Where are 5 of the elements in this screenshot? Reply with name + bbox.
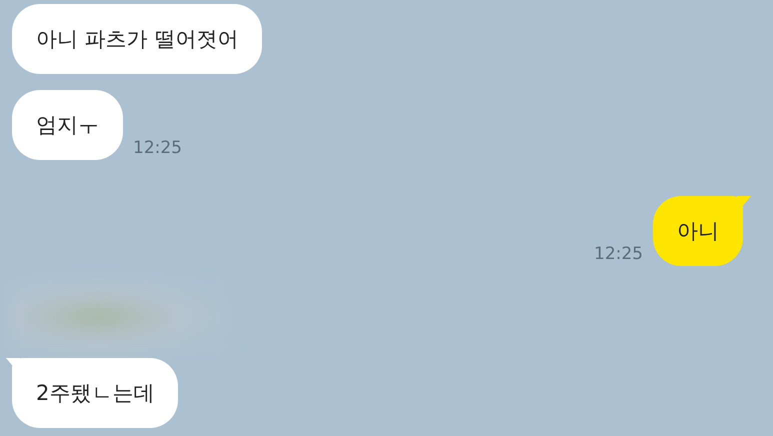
message-bubble: 엄지ㅜ bbox=[12, 90, 123, 160]
message-time: 12:25 bbox=[133, 138, 182, 158]
message-time: 12:25 bbox=[594, 244, 643, 264]
message-bubble: 아니 파츠가 떨어졋어 bbox=[12, 4, 262, 74]
bubble-tail bbox=[737, 196, 751, 208]
